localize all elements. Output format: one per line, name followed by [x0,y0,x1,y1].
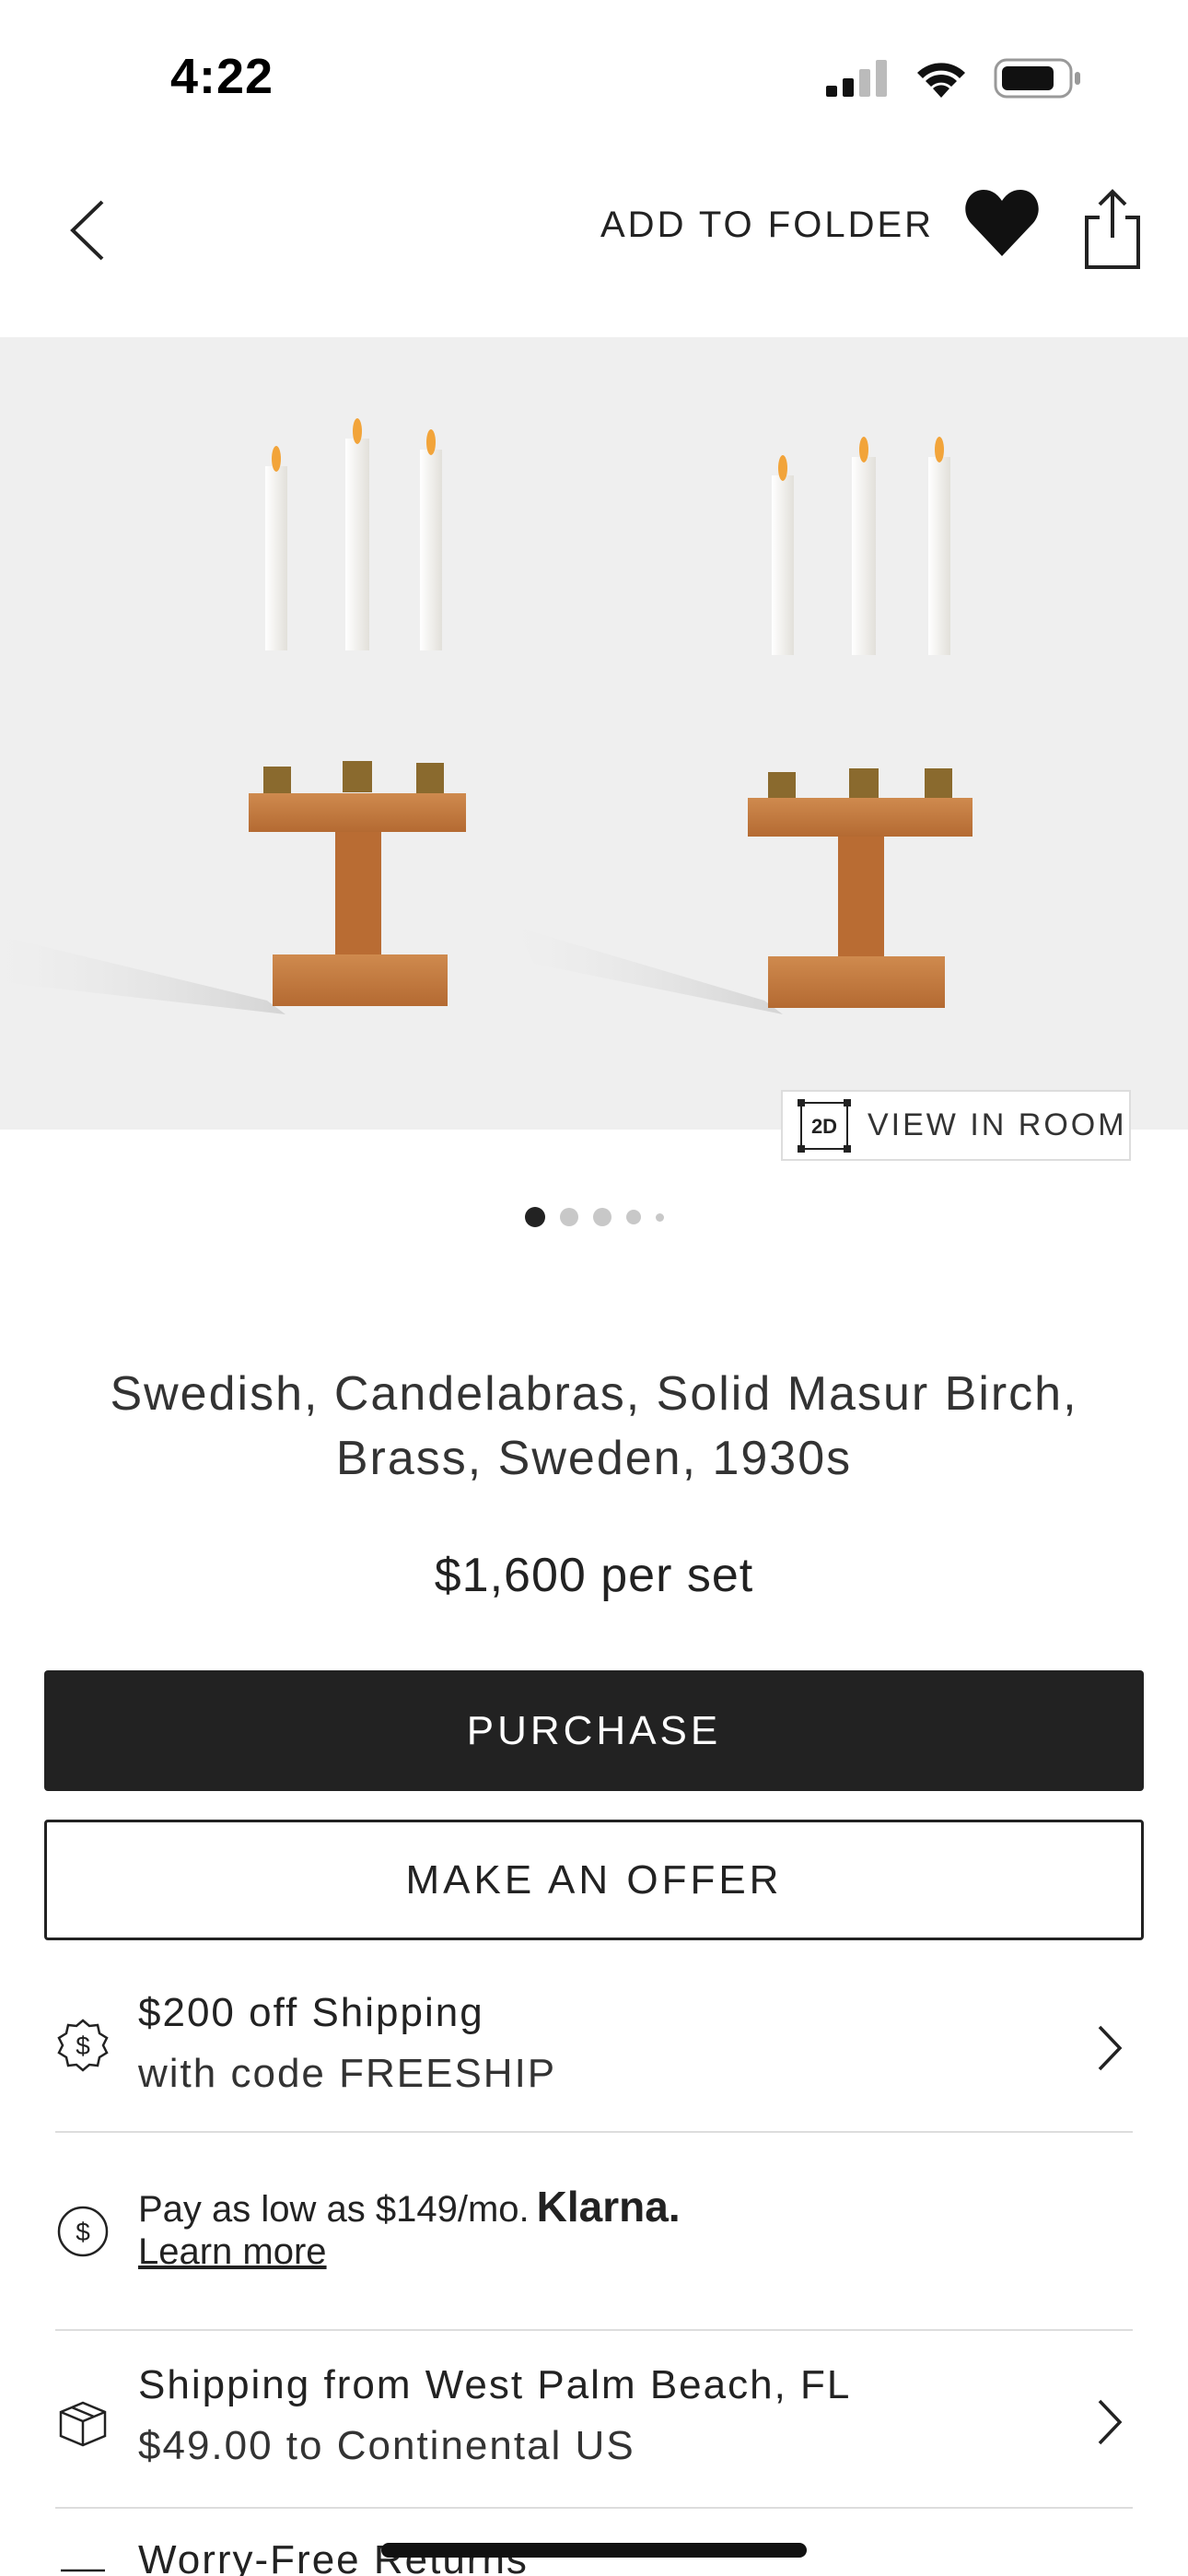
financing-text: Pay as low as $149/mo. Klarna. [138,2182,681,2231]
view-in-room-badge: 2D [811,1115,837,1138]
battery-icon [994,58,1080,99]
returns-icon [61,2569,105,2572]
heart-icon [965,190,1039,256]
nav-bar: ADD TO FOLDER [0,147,1188,337]
wifi-icon [917,63,965,98]
view-in-room-2d-icon: 2D [798,1098,851,1153]
left-candelabra [249,418,466,1006]
divider [55,2507,1133,2509]
svg-text:$: $ [76,2032,90,2060]
dollar-circle-icon: $ [57,2206,109,2257]
promo-code: with code FREESHIP [138,2051,557,2096]
klarna-logo: Klarna. [536,2183,681,2231]
financing-amount: Pay as low as $149/mo. [138,2189,530,2230]
shipping-promo-row[interactable]: $ $200 off Shipping with code FREESHIP [55,1981,1133,2119]
purchase-button[interactable]: PURCHASE [44,1670,1144,1791]
pager-dot[interactable] [592,1208,611,1226]
dollar-badge-icon: $ [57,2019,109,2072]
product-image[interactable] [0,337,1188,1130]
financing-row: $ Pay as low as $149/mo. Klarna. Learn mo… [55,2174,1133,2285]
favorite-button[interactable] [963,186,1041,263]
candelabras-illustration [0,418,973,1014]
chevron-right-icon [1098,2025,1123,2071]
share-button[interactable] [1079,188,1146,271]
home-indicator [381,2543,807,2558]
chevron-right-icon [1098,2399,1123,2445]
divider [55,2131,1133,2133]
cellular-signal-icon [826,60,887,97]
status-icons [824,57,1082,100]
pager-dot[interactable] [625,1210,641,1224]
back-button[interactable] [37,184,138,276]
divider [55,2329,1133,2331]
product-title-line2: Brass, Sweden, 1930s [335,1432,853,1485]
product-title-line1: Swedish, Candelabras, Solid Masur Birch, [110,1367,1078,1421]
pager-dot-active[interactable] [524,1207,545,1227]
package-box-icon [59,2401,107,2447]
make-offer-button[interactable]: MAKE AN OFFER [44,1820,1144,1940]
right-candelabra [748,437,973,1008]
status-bar: 4:22 [0,0,1188,147]
chevron-left-icon [70,200,104,261]
shipping-origin: Shipping from West Palm Beach, FL [138,2362,852,2407]
promo-title: $200 off Shipping [138,1990,484,2035]
product-title: Swedish, Candelabras, Solid Masur Birch,… [55,1362,1133,1491]
image-pager[interactable] [0,1207,1188,1227]
shipping-cost: $49.00 to Continental US [138,2423,635,2468]
svg-text:$: $ [76,2218,90,2246]
status-time: 4:22 [170,49,274,104]
shipping-origin-row[interactable]: Shipping from West Palm Beach, FL $49.00… [55,2357,1133,2495]
view-in-room-button[interactable]: 2D VIEW IN ROOM [781,1090,1131,1161]
pager-dot[interactable] [559,1208,578,1226]
view-in-room-label: VIEW IN ROOM [868,1107,1127,1142]
product-price: $1,600 per set [434,1549,754,1602]
pager-dot[interactable] [655,1212,664,1222]
add-to-folder-button[interactable]: ADD TO FOLDER [600,205,934,246]
share-icon [1085,189,1140,269]
learn-more-link[interactable]: Learn more [138,2231,327,2273]
